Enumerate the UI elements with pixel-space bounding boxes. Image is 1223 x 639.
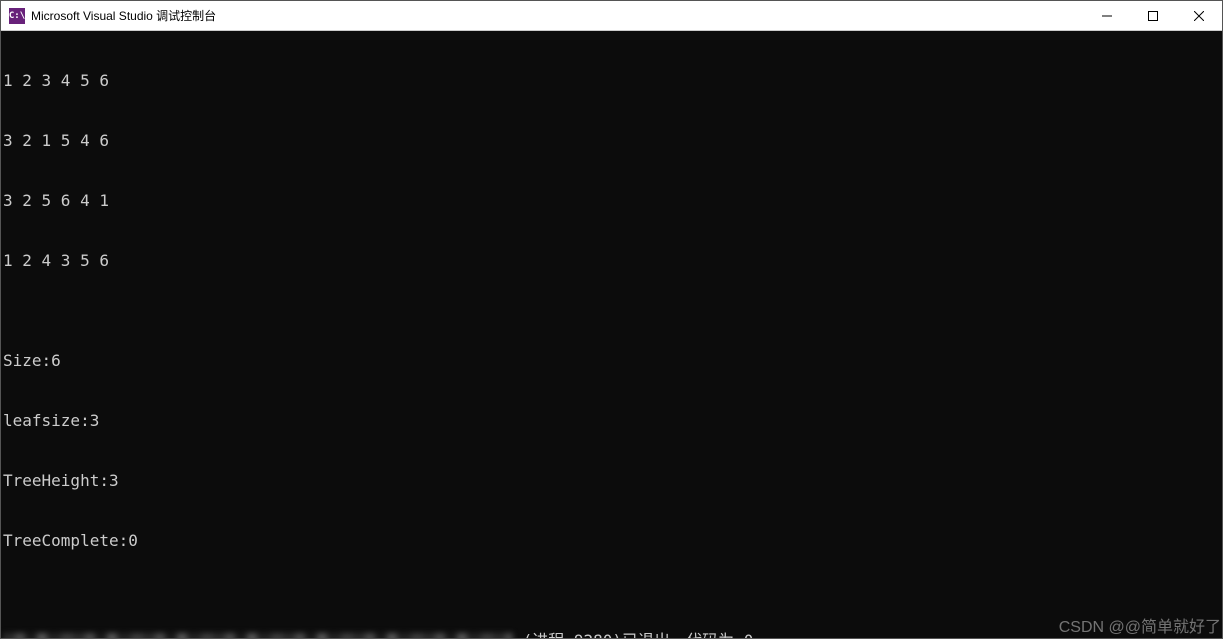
exit-text: (进程 9280)已退出，代码为 0。 [513, 631, 769, 638]
console-output[interactable]: 1 2 3 4 5 6 3 2 1 5 4 6 3 2 5 6 4 1 1 2 … [1, 31, 1222, 638]
output-line: leafsize:3 [3, 411, 1220, 431]
output-line: 1 2 4 3 5 6 [3, 251, 1220, 271]
window-title: Microsoft Visual Studio 调试控制台 [31, 7, 1084, 24]
redacted-path [3, 633, 513, 639]
exit-line: (进程 9280)已退出，代码为 0。 [3, 631, 1220, 638]
output-line: 3 2 5 6 4 1 [3, 191, 1220, 211]
output-line: TreeComplete:0 [3, 531, 1220, 551]
console-window: C:\ Microsoft Visual Studio 调试控制台 1 2 3 … [0, 0, 1223, 639]
window-controls [1084, 1, 1222, 30]
app-icon: C:\ [9, 8, 25, 24]
titlebar[interactable]: C:\ Microsoft Visual Studio 调试控制台 [1, 1, 1222, 31]
output-line: 1 2 3 4 5 6 [3, 71, 1220, 91]
output-line: 3 2 1 5 4 6 [3, 131, 1220, 151]
close-button[interactable] [1176, 1, 1222, 30]
maximize-button[interactable] [1130, 1, 1176, 30]
output-line: Size:6 [3, 351, 1220, 371]
output-line: TreeHeight:3 [3, 471, 1220, 491]
minimize-button[interactable] [1084, 1, 1130, 30]
